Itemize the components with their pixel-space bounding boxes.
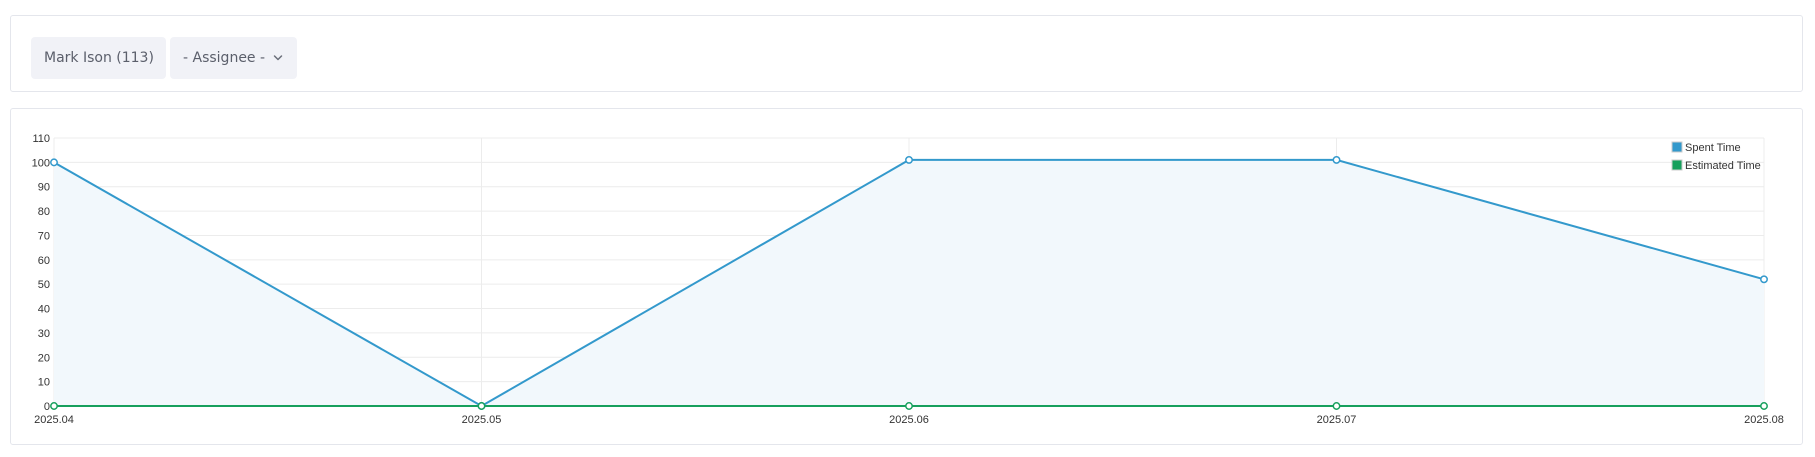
x-tick-label: 2025.08 [1744, 414, 1784, 426]
y-tick-label: 50 [38, 279, 50, 291]
x-tick-label: 2025.05 [462, 414, 502, 426]
user-filter-dropdown[interactable]: Mark Ison (113) [31, 37, 166, 79]
estimated-time-legend-swatch [1671, 159, 1683, 171]
spent-time-point [50, 158, 58, 167]
spent-time-legend-swatch [1671, 141, 1683, 153]
y-tick-label: 0 [44, 401, 50, 413]
estimated-time-point [477, 402, 486, 410]
spent-time-point [1332, 155, 1341, 164]
y-tick-label: 100 [32, 157, 50, 169]
y-tick-label: 80 [38, 206, 50, 218]
chart-panel: 0 10 20 30 40 50 60 70 80 90 100 110 2025.04 2025.05 2… [10, 108, 1803, 445]
y-tick-label: 90 [38, 182, 50, 194]
y-tick-label: 10 [38, 377, 50, 389]
estimated-time-point [1332, 402, 1341, 410]
user-filter-label: Mark Ison (113) [44, 50, 154, 66]
estimated-time-point [1760, 402, 1768, 410]
y-tick-label: 70 [38, 230, 50, 242]
spent-time-point [1760, 275, 1768, 284]
y-tick-label: 40 [38, 304, 50, 316]
spent-time-legend-label: Spent Time [1685, 142, 1741, 154]
chevron-down-icon [273, 55, 283, 61]
spent-time-area [54, 159, 1764, 406]
x-tick-label: 2025.07 [1317, 414, 1357, 426]
filter-panel: Mark Ison (113) - Assignee - [10, 15, 1803, 92]
y-tick-label: 20 [38, 352, 50, 364]
y-tick-label: 110 [32, 133, 50, 145]
y-tick-label: 60 [38, 255, 50, 267]
assignee-filter-label: - Assignee - [183, 50, 266, 66]
time-chart: 0 10 20 30 40 50 60 70 80 90 100 110 2025.04 2025.05 2… [32, 133, 1784, 426]
estimated-time-legend-label: Estimated Time [1685, 160, 1761, 172]
y-tick-label: 30 [38, 328, 50, 340]
assignee-filter-dropdown[interactable]: - Assignee - [170, 37, 297, 79]
estimated-time-point [905, 402, 913, 410]
x-tick-label: 2025.04 [34, 414, 74, 426]
x-tick-label: 2025.06 [889, 414, 929, 426]
spent-time-point [905, 155, 913, 164]
estimated-time-point [50, 402, 58, 410]
